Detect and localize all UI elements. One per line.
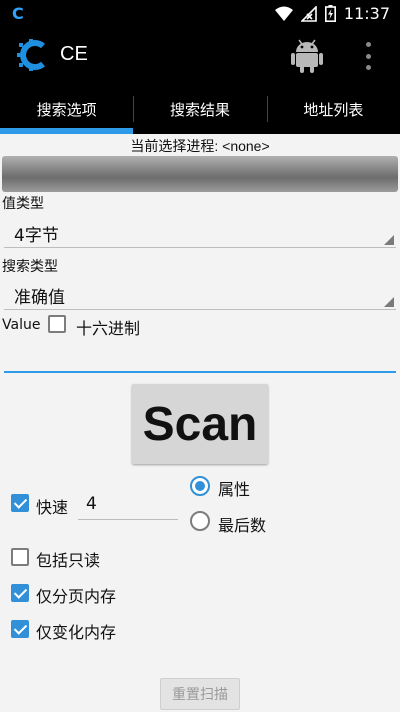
tab-search-options[interactable]: 搜索选项: [0, 84, 133, 134]
include-readonly-label: 包括只读: [36, 551, 101, 570]
app-title: CE: [60, 43, 88, 65]
last-digits-radio[interactable]: [190, 511, 210, 531]
value-type-dropdown[interactable]: 4字节: [4, 218, 396, 248]
scan-button[interactable]: Scan: [132, 384, 268, 464]
overflow-menu-icon[interactable]: [362, 42, 374, 70]
ce-notification-icon: C: [12, 4, 24, 23]
fast-scan-alignment-value: 4: [86, 494, 97, 514]
fast-scan-alignment-input[interactable]: 4: [78, 492, 178, 520]
tab-address-list[interactable]: 地址列表: [266, 84, 400, 134]
android-icon[interactable]: [290, 38, 324, 74]
dropdown-arrow-icon: [384, 297, 394, 307]
scan-type-label: 搜索类型: [2, 259, 58, 275]
active-tab-indicator: [0, 128, 133, 134]
status-bar: C 11:37: [0, 0, 400, 28]
changed-memory-only-label: 仅变化内存: [36, 623, 117, 642]
scan-type-selected: 准确值: [14, 288, 65, 308]
attribute-label: 属性: [218, 480, 251, 499]
no-signal-icon: [300, 5, 317, 22]
value-type-selected: 4字节: [14, 226, 59, 246]
attribute-radio[interactable]: [190, 476, 210, 496]
select-process-button[interactable]: [2, 156, 398, 192]
app-bar: CE: [0, 28, 400, 84]
paged-memory-only-checkbox[interactable]: [11, 584, 29, 602]
scan-type-dropdown[interactable]: 准确值: [4, 280, 396, 310]
include-readonly-checkbox[interactable]: [11, 548, 29, 566]
changed-memory-only-checkbox[interactable]: [11, 620, 29, 638]
fast-scan-checkbox[interactable]: [11, 494, 29, 512]
current-process-label: 当前选择进程: <none>: [130, 138, 270, 154]
battery-icon: [324, 5, 336, 22]
fast-scan-label: 快速: [36, 498, 69, 517]
tab-search-results[interactable]: 搜索结果: [133, 84, 266, 134]
tab-bar: 搜索选项 搜索结果 地址列表: [0, 84, 400, 134]
dropdown-arrow-icon: [384, 235, 394, 245]
hex-label: 十六进制: [76, 319, 141, 338]
last-digits-label: 最后数: [218, 516, 267, 535]
hex-checkbox[interactable]: [48, 315, 66, 333]
status-time: 11:37: [343, 4, 390, 23]
value-label: Value: [2, 317, 41, 333]
cheat-engine-logo-icon: [17, 39, 45, 71]
value-input[interactable]: [4, 343, 396, 373]
value-type-label: 值类型: [2, 196, 44, 212]
wifi-icon: [274, 6, 293, 21]
reset-scan-button[interactable]: 重置扫描: [160, 678, 240, 710]
paged-memory-only-label: 仅分页内存: [36, 587, 117, 606]
